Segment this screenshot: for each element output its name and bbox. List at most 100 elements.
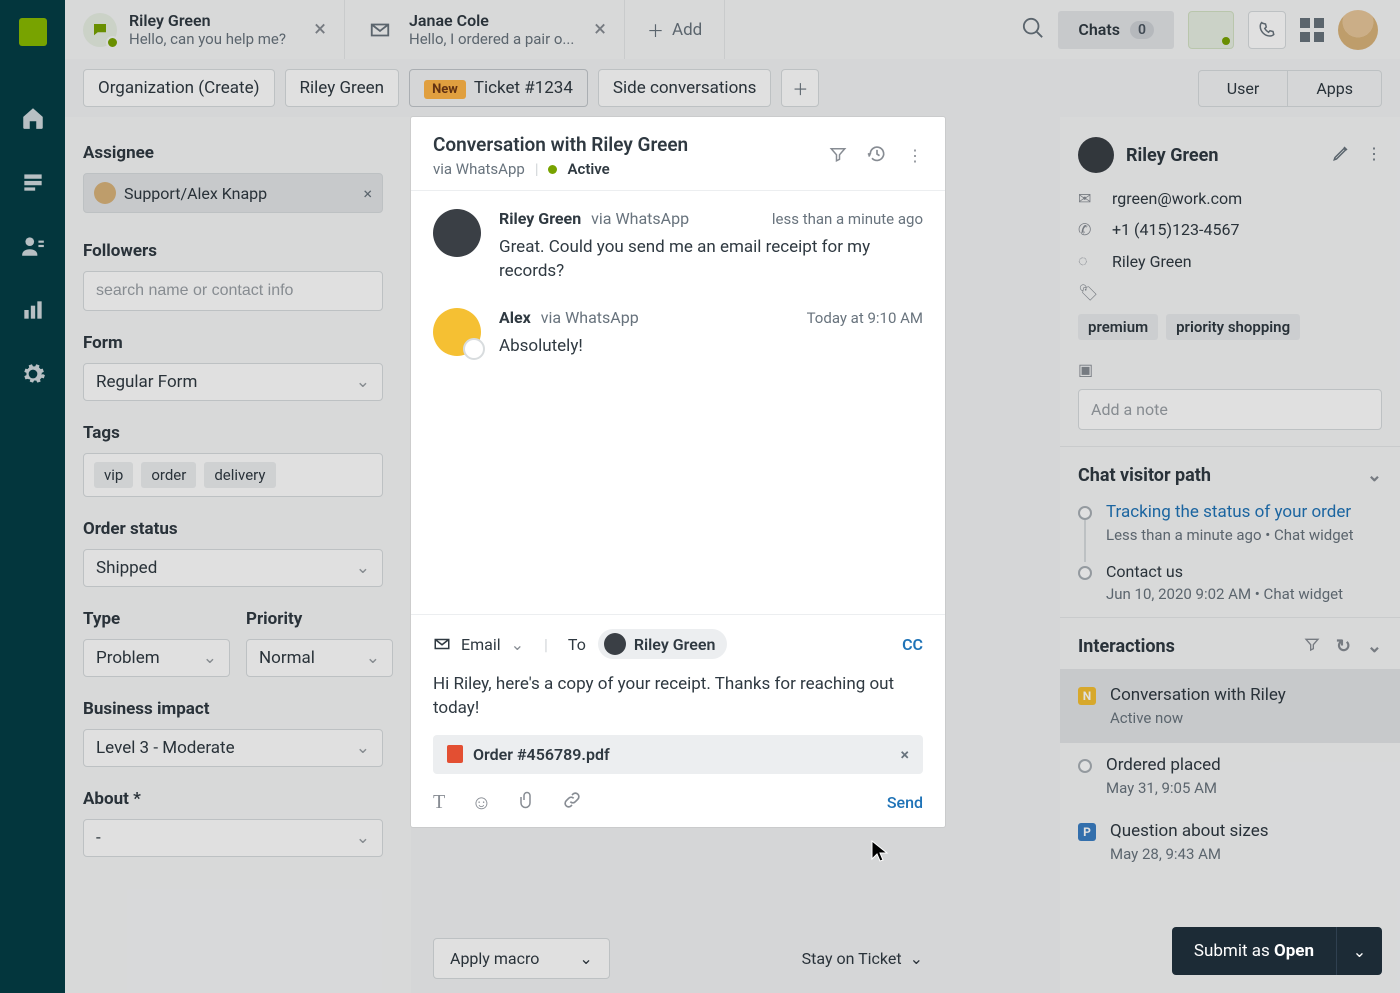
add-tab-button[interactable]: ＋Add <box>625 0 725 59</box>
nav-customers-icon[interactable] <box>1 214 65 278</box>
emoji-icon[interactable]: ☺ <box>471 790 491 815</box>
tab-title: Janae Cole <box>409 11 574 30</box>
send-button[interactable]: Send <box>887 793 923 812</box>
status-badge-pending: P <box>1078 823 1096 841</box>
profile-avatar[interactable] <box>1338 10 1378 50</box>
channel-select[interactable]: Email⌄ <box>433 635 524 654</box>
interaction-item[interactable]: Ordered placedMay 31, 9:05 AM <box>1060 743 1400 809</box>
attach-icon[interactable] <box>518 790 536 815</box>
refresh-icon[interactable]: ↻ <box>1336 636 1351 657</box>
order-status-select[interactable]: Shipped⌄ <box>83 549 383 587</box>
breadcrumb-tabs: Organization (Create) Riley Green NewTic… <box>65 59 1400 117</box>
avatar <box>604 633 626 655</box>
chevron-down-icon: ⌄ <box>356 558 370 578</box>
conversations-icon[interactable] <box>1188 11 1234 49</box>
tab-organization[interactable]: Organization (Create) <box>83 69 275 107</box>
ticket-properties-panel: Assignee Support/Alex Knapp× Followers F… <box>65 117 411 993</box>
priority-select[interactable]: Normal⌄ <box>246 639 393 677</box>
apps-grid-icon[interactable] <box>1300 18 1324 42</box>
tab-mail[interactable]: Janae ColeHello, I ordered a pair o... × <box>345 0 625 59</box>
submit-bar: Submit as Open ⌄ <box>1172 927 1382 975</box>
about-select[interactable]: -⌄ <box>83 819 383 857</box>
filter-icon[interactable] <box>1304 636 1320 657</box>
type-select[interactable]: Problem⌄ <box>83 639 230 677</box>
history-icon[interactable] <box>867 144 887 168</box>
nav-reports-icon[interactable] <box>1 278 65 342</box>
composer: Email⌄ | To Riley Green CC Hi Riley, her… <box>411 614 945 827</box>
link-icon[interactable] <box>562 790 582 815</box>
form-select[interactable]: Regular Form⌄ <box>83 363 383 401</box>
clear-icon[interactable]: × <box>363 184 372 203</box>
add-side-conversation[interactable]: ＋ <box>781 69 819 107</box>
apply-macro-button[interactable]: Apply macro⌄ <box>433 938 610 979</box>
timeline-dot <box>1078 759 1092 773</box>
close-icon[interactable]: × <box>594 19 606 41</box>
avatar <box>94 182 116 204</box>
requester-phone: +1 (415)123-4567 <box>1112 220 1239 239</box>
search-icon[interactable] <box>1022 17 1044 43</box>
assignee-field[interactable]: Support/Alex Knapp× <box>83 173 383 213</box>
followers-label: Followers <box>83 241 393 261</box>
chevron-down-icon: ⌄ <box>511 635 524 654</box>
user-tab[interactable]: User <box>1199 71 1288 106</box>
chat-path-title: Chat visitor path <box>1078 465 1211 486</box>
apps-tab[interactable]: Apps <box>1287 71 1381 106</box>
tag-chip[interactable]: order <box>141 462 196 488</box>
tab-requester[interactable]: Riley Green <box>285 69 400 107</box>
chat-bubble-icon <box>83 13 117 47</box>
path-title: Contact us <box>1106 562 1343 581</box>
phone-icon[interactable] <box>1248 11 1286 49</box>
tag-chip[interactable]: delivery <box>204 462 275 488</box>
chevron-down-icon[interactable]: ⌄ <box>1367 636 1382 657</box>
cc-button[interactable]: CC <box>902 635 923 654</box>
close-icon[interactable]: × <box>314 19 326 41</box>
attachment-chip[interactable]: Order #456789.pdf× <box>433 735 923 774</box>
stay-on-ticket-button[interactable]: Stay on Ticket⌄ <box>802 949 923 968</box>
nav-home-icon[interactable] <box>1 86 65 150</box>
new-badge: New <box>424 80 466 99</box>
pdf-icon <box>447 745 463 763</box>
path-link[interactable]: Tracking the status of your order <box>1106 502 1354 522</box>
user-tag[interactable]: priority shopping <box>1166 314 1300 340</box>
chevron-down-icon[interactable]: ⌄ <box>1367 465 1382 486</box>
more-icon[interactable]: ⋮ <box>907 146 923 165</box>
tag-chip[interactable]: vip <box>94 462 133 488</box>
context-panel: Riley Green ⋮ ✉rgreen@work.com ✆+1 (415)… <box>1060 117 1400 993</box>
impact-select[interactable]: Level 3 - Moderate⌄ <box>83 729 383 767</box>
message-avatar <box>433 209 481 257</box>
tags-field[interactable]: vip order delivery <box>83 453 383 497</box>
more-icon[interactable]: ⋮ <box>1366 144 1382 166</box>
nav-views-icon[interactable] <box>1 150 65 214</box>
add-note-input[interactable]: Add a note <box>1078 389 1382 430</box>
interaction-item[interactable]: PQuestion about sizesMay 28, 9:43 AM <box>1060 809 1400 875</box>
nav-admin-icon[interactable] <box>1 342 65 406</box>
text-format-icon[interactable]: T <box>433 791 445 814</box>
mail-icon <box>363 13 397 47</box>
user-apps-toggle: User Apps <box>1198 70 1382 107</box>
order-status-label: Order status <box>83 519 393 539</box>
followers-input[interactable] <box>83 271 383 311</box>
tab-ticket[interactable]: NewTicket #1234 <box>409 69 588 107</box>
remove-attachment-icon[interactable]: × <box>901 745 910 764</box>
note-icon: ▣ <box>1078 360 1098 379</box>
status-dot-icon <box>548 165 557 174</box>
chats-button[interactable]: Chats0 <box>1058 11 1174 49</box>
tags-label: Tags <box>83 423 393 443</box>
submit-button[interactable]: Submit as Open <box>1172 927 1336 975</box>
edit-icon[interactable] <box>1332 144 1350 166</box>
composer-body[interactable]: Hi Riley, here's a copy of your receipt.… <box>433 673 923 721</box>
interaction-item[interactable]: NConversation with RileyActive now <box>1060 669 1400 743</box>
chevron-down-icon: ⌄ <box>356 372 370 392</box>
submit-dropdown[interactable]: ⌄ <box>1336 927 1382 975</box>
tab-side-conversations[interactable]: Side conversations <box>598 69 772 107</box>
tab-title: Riley Green <box>129 11 286 30</box>
user-tag[interactable]: premium <box>1078 314 1158 340</box>
conversation-status: Active <box>567 160 609 178</box>
filter-icon[interactable] <box>829 145 847 167</box>
chats-count-badge: 0 <box>1130 21 1154 39</box>
product-logo <box>19 18 47 46</box>
to-recipient-chip[interactable]: Riley Green <box>598 629 728 659</box>
impact-label: Business impact <box>83 699 393 719</box>
tab-chat[interactable]: Riley GreenHello, can you help me? × <box>65 0 345 59</box>
requester-avatar <box>1078 137 1114 173</box>
